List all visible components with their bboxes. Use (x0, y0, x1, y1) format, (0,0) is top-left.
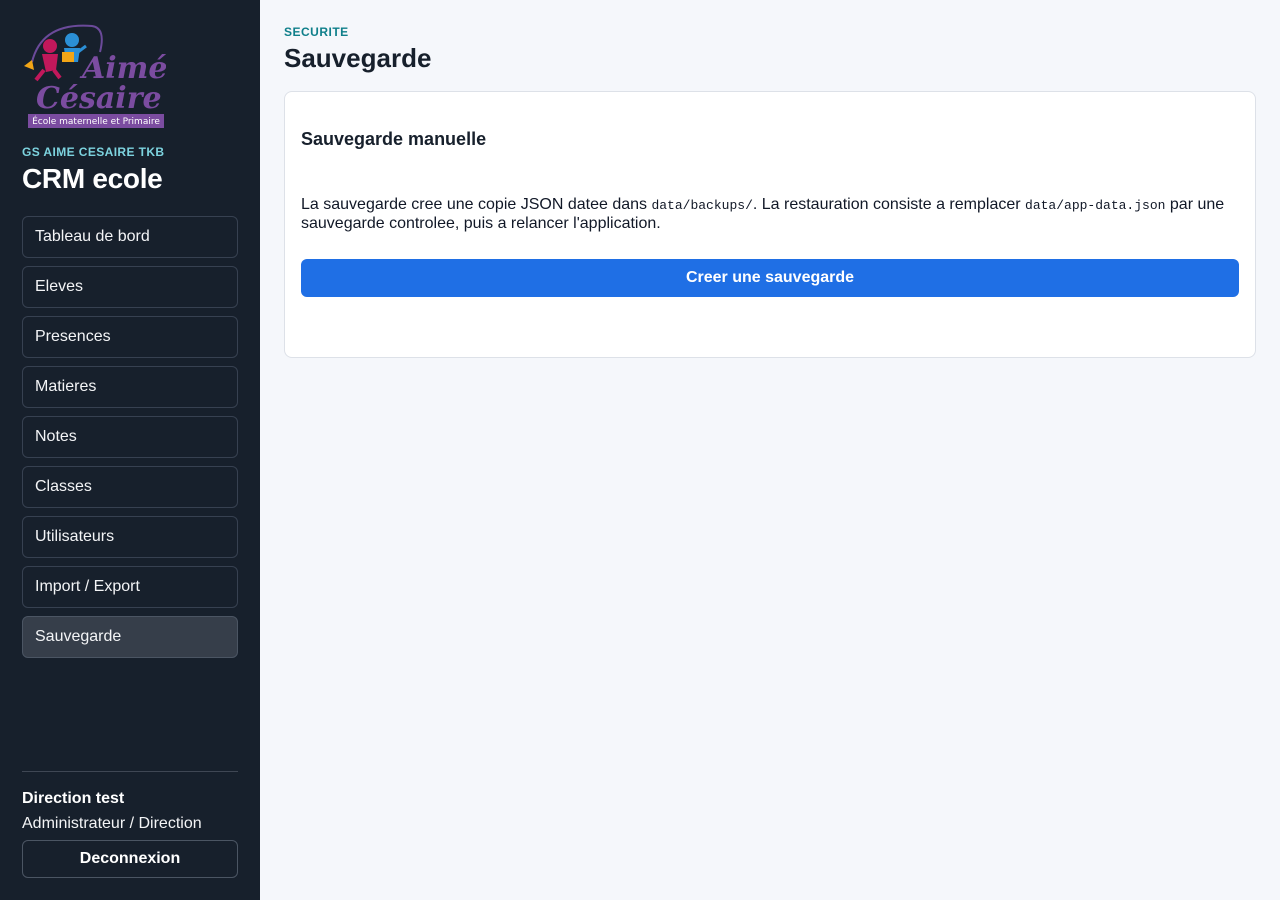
logout-button[interactable]: Deconnexion (22, 840, 238, 878)
section-eyebrow: SECURITE (284, 25, 349, 39)
manual-backup-card: Sauvegarde manuelle La sauvegarde cree u… (284, 91, 1256, 358)
user-name: Direction test (22, 790, 125, 807)
description-text: La sauvegarde cree une copie JSON datee … (301, 196, 652, 213)
sidebar-nav: Tableau de bord Eleves Presences Matiere… (22, 216, 238, 666)
card-title: Sauvegarde manuelle (301, 129, 487, 149)
sidebar-item-matieres[interactable]: Matieres (22, 366, 238, 408)
sidebar-footer: Direction test Administrateur / Directio… (22, 771, 238, 878)
sidebar-item-import-export[interactable]: Import / Export (22, 566, 238, 608)
card-description: La sauvegarde cree une copie JSON datee … (301, 196, 1245, 233)
app-title: CRM ecole (22, 163, 163, 194)
svg-text:Césaire: Césaire (36, 81, 162, 116)
backups-path: data/backups/ (651, 198, 753, 213)
sidebar-item-eleves[interactable]: Eleves (22, 266, 238, 308)
sidebar-item-classes[interactable]: Classes (22, 466, 238, 508)
sidebar-item-utilisateurs[interactable]: Utilisateurs (22, 516, 238, 558)
sidebar-item-notes[interactable]: Notes (22, 416, 238, 458)
main-content: SECURITE Sauvegarde Sauvegarde manuelle … (260, 0, 1280, 900)
sidebar-item-tableau-de-bord[interactable]: Tableau de bord (22, 216, 238, 258)
sidebar: Aimé Césaire École maternelle et Primair… (0, 0, 260, 900)
svg-text:École maternelle et Primaire: École maternelle et Primaire (32, 115, 160, 127)
description-text: . La restauration consiste a remplacer (752, 196, 1026, 213)
create-backup-button[interactable]: Creer une sauvegarde (301, 259, 1239, 297)
user-role: Administrateur / Direction (22, 815, 202, 832)
school-logo: Aimé Césaire École maternelle et Primair… (22, 22, 166, 130)
sidebar-item-presences[interactable]: Presences (22, 316, 238, 358)
school-name: GS AIME CESAIRE TKB (22, 145, 165, 159)
page-title: Sauvegarde (284, 43, 432, 73)
app-data-path: data/app-data.json (1025, 198, 1166, 213)
sidebar-item-sauvegarde[interactable]: Sauvegarde (22, 616, 238, 658)
